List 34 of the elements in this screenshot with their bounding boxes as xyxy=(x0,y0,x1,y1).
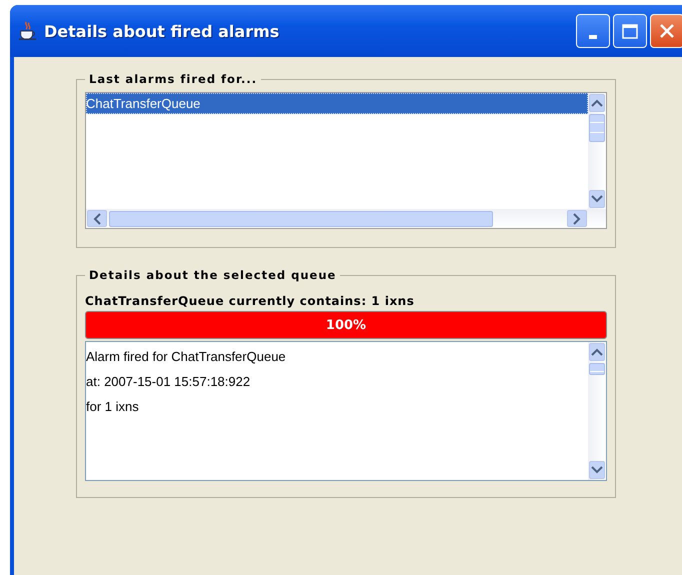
log-line: Alarm fired for ChatTransferQueue xyxy=(86,348,287,366)
chevron-down-icon xyxy=(591,466,603,474)
log-line: for 1 ixns xyxy=(86,398,140,416)
scroll-thumb[interactable] xyxy=(109,210,493,226)
scroll-up-button[interactable] xyxy=(589,343,605,361)
maximize-icon xyxy=(622,24,638,38)
scroll-right-button[interactable] xyxy=(567,210,587,227)
vertical-scrollbar[interactable] xyxy=(588,93,606,209)
queue-summary: ChatTransferQueue currently contains: 1 ixns xyxy=(85,294,416,308)
log-line: at: 2007-15-01 15:57:18:922 xyxy=(86,373,252,391)
chevron-up-icon xyxy=(591,348,603,356)
close-icon xyxy=(660,24,674,38)
progress-text: 100% xyxy=(326,318,366,332)
minimize-icon xyxy=(589,35,597,39)
coffee-cup-icon xyxy=(18,20,38,42)
maximize-button[interactable] xyxy=(613,14,647,48)
group-title: Details about the selected queue xyxy=(88,268,338,282)
chevron-right-icon xyxy=(573,212,581,224)
scroll-left-button[interactable] xyxy=(87,210,107,227)
list-item[interactable]: ChatTransferQueue xyxy=(86,93,588,114)
scroll-thumb[interactable] xyxy=(589,114,605,142)
scroll-down-button[interactable] xyxy=(589,461,605,479)
chevron-up-icon xyxy=(591,99,603,107)
scroll-up-button[interactable] xyxy=(589,94,605,112)
scroll-thumb[interactable] xyxy=(589,363,605,375)
chevron-down-icon xyxy=(591,195,603,203)
window-title: Details about fired alarms xyxy=(44,22,280,40)
close-button[interactable] xyxy=(650,14,682,48)
horizontal-scrollbar[interactable] xyxy=(86,209,606,228)
chevron-left-icon xyxy=(93,212,101,224)
group-title: Last alarms fired for... xyxy=(88,72,258,86)
vertical-scrollbar[interactable] xyxy=(588,342,606,480)
minimize-button[interactable] xyxy=(576,14,610,48)
scroll-down-button[interactable] xyxy=(589,190,605,208)
